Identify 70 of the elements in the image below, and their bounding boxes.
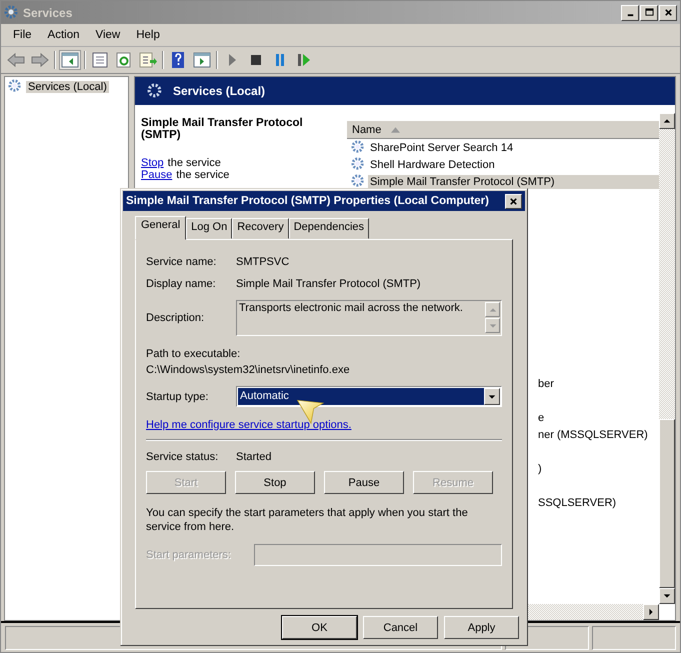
sort-up-icon xyxy=(391,126,400,132)
field-label: Service name: xyxy=(146,256,218,268)
properties-sheet-icon[interactable] xyxy=(90,51,110,69)
pane-title: Services (Local) xyxy=(173,84,266,98)
service-row[interactable]: ber xyxy=(538,378,554,390)
field-label: Display name: xyxy=(146,278,217,290)
help-link[interactable]: Help me configure service startup options. xyxy=(146,419,352,431)
close-icon xyxy=(509,196,518,206)
field-value: Started xyxy=(236,451,272,463)
maximize-button[interactable] xyxy=(640,4,658,20)
vertical-scrollbar[interactable] xyxy=(659,113,675,604)
gear-icon xyxy=(351,174,366,189)
export-list-icon[interactable] xyxy=(138,51,158,69)
gear-icon xyxy=(351,140,366,155)
service-title: Simple Mail Transfer Protocol (SMTP) xyxy=(141,117,304,141)
service-row[interactable]: Simple Mail Transfer Protocol (SMTP) xyxy=(368,174,659,188)
path-text: C:\Windows\system32\inetsrv\inetinfo.exe xyxy=(146,364,351,376)
gear-icon xyxy=(8,79,23,94)
service-control-button[interactable]: Stop xyxy=(235,471,315,494)
field-value: Simple Mail Transfer Protocol (SMTP) xyxy=(236,278,421,290)
column-header[interactable]: Name xyxy=(347,121,659,139)
maximize-icon xyxy=(644,8,654,17)
field-label: Start parameters: xyxy=(146,549,232,561)
action-text: the service xyxy=(168,157,221,169)
tree-item[interactable]: Services (Local) xyxy=(26,80,109,92)
back-arrow-icon[interactable] xyxy=(6,51,26,69)
dialog-tab[interactable]: Recovery xyxy=(232,218,289,239)
action-link[interactable]: Stop xyxy=(141,157,164,169)
dialog-tab[interactable]: Log On xyxy=(186,218,232,239)
minimize-button[interactable] xyxy=(621,4,639,20)
forward-arrow-icon[interactable] xyxy=(30,51,50,69)
scroll-down-icon[interactable] xyxy=(663,592,671,600)
dialog-button[interactable]: Cancel xyxy=(363,616,438,639)
field-label: Description: xyxy=(146,312,206,324)
service-control-button[interactable]: Pause xyxy=(324,471,404,494)
field-label: Service status: xyxy=(146,451,220,463)
close-icon xyxy=(664,8,672,17)
dialog-tab[interactable]: General xyxy=(135,216,186,240)
console-window-icon[interactable] xyxy=(192,51,212,69)
menu-item[interactable]: Help xyxy=(128,29,168,41)
dialog-tab[interactable]: Dependencies xyxy=(288,218,370,239)
menu-item[interactable]: Action xyxy=(40,29,88,41)
dropdown-arrow-icon xyxy=(488,392,496,400)
close-button[interactable] xyxy=(505,194,522,208)
startup-type-dropdown[interactable]: Automatic xyxy=(236,386,502,407)
menu-item[interactable]: View xyxy=(88,29,128,41)
dialog-title: Simple Mail Transfer Protocol (SMTP) Properties (Local Computer) xyxy=(126,195,490,207)
service-row[interactable]: Shell Hardware Detection xyxy=(368,158,659,172)
service-row[interactable]: ner (MSSQLSERVER) xyxy=(538,429,648,441)
action-text: the service xyxy=(176,169,230,181)
gear-icon xyxy=(147,82,164,100)
service-row[interactable]: SharePoint Server Search 14 xyxy=(368,140,659,154)
action-link[interactable]: Pause xyxy=(141,169,172,181)
field-label: Path to executable: xyxy=(146,348,242,360)
gear-icon xyxy=(351,157,366,172)
instruction-text: You can specify the start parameters that apply when you start the service from here. xyxy=(146,506,469,534)
field-label: Startup type: xyxy=(146,390,210,402)
close-button[interactable] xyxy=(659,4,677,20)
window-title: Services xyxy=(23,6,74,20)
menu-item[interactable]: File xyxy=(5,29,40,41)
scroll-up-icon[interactable] xyxy=(663,117,671,125)
dialog-button[interactable]: OK xyxy=(282,616,357,639)
dialog-button[interactable]: Apply xyxy=(444,616,519,639)
service-row[interactable]: e xyxy=(538,412,544,424)
gear-icon xyxy=(4,4,20,20)
field-value: SMTPSVC xyxy=(236,256,290,268)
service-row[interactable]: ) xyxy=(538,463,542,475)
scroll-right-icon[interactable] xyxy=(647,608,655,616)
service-row[interactable]: SSQLSERVER) xyxy=(538,497,616,509)
pane-toggle-icon[interactable] xyxy=(60,51,80,69)
